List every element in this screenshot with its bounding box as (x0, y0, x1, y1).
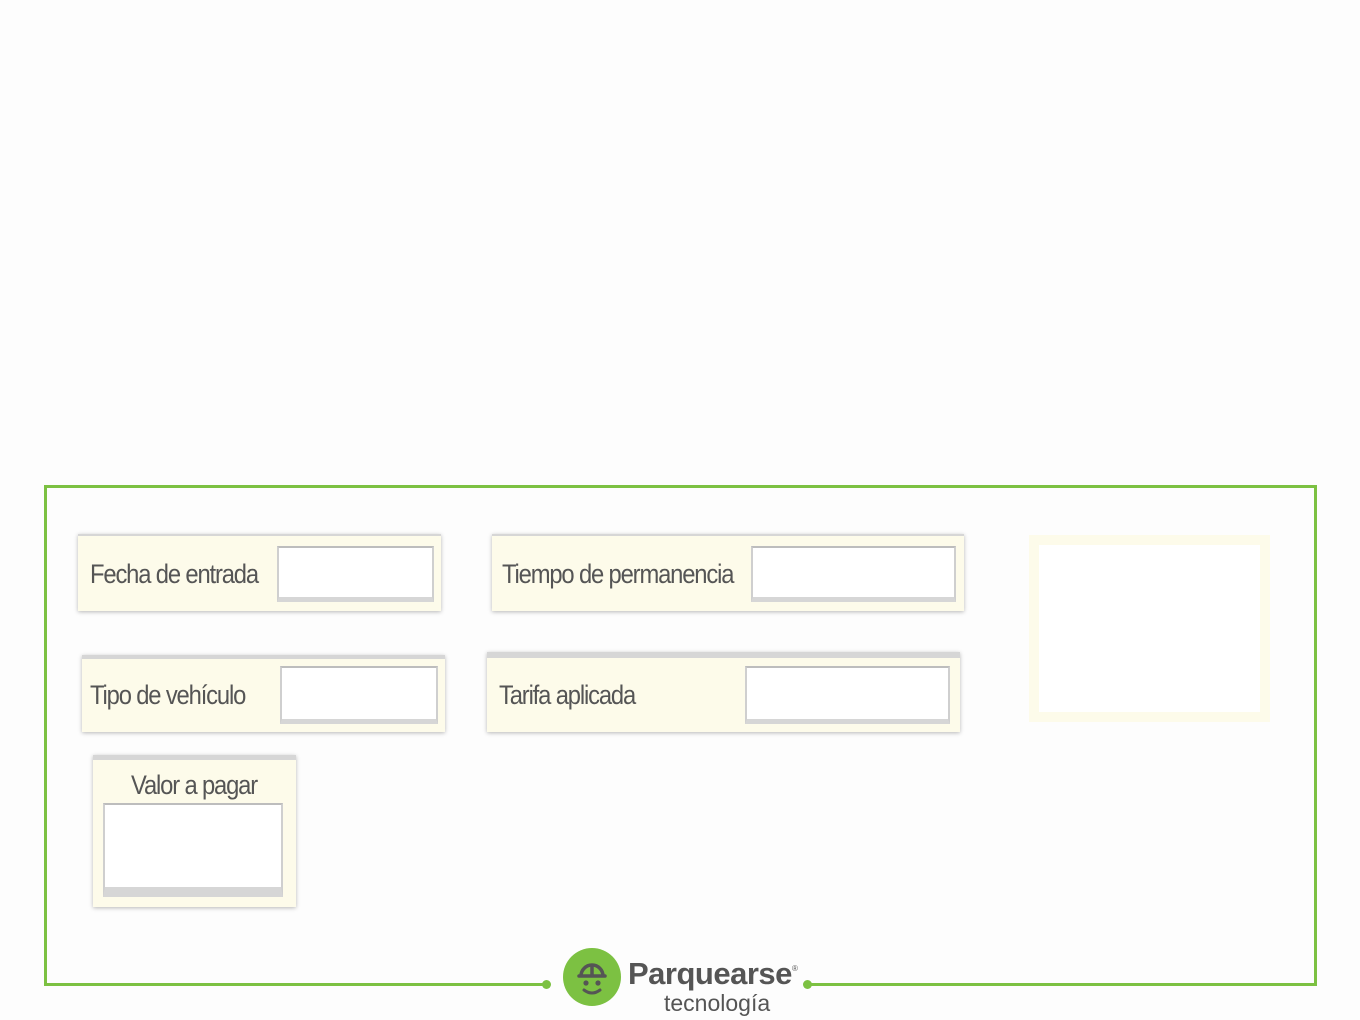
rate-panel: Tarifa aplicada (487, 652, 960, 732)
frame-right-border (1314, 485, 1317, 986)
entry-date-label: Fecha de entrada (90, 559, 259, 589)
vehicle-type-field[interactable] (280, 666, 438, 724)
frame-dot-right (803, 980, 812, 989)
rate-label: Tarifa aplicada (499, 680, 636, 710)
frame-left-border (44, 485, 47, 986)
vehicle-type-panel: Tipo de vehículo (82, 655, 445, 732)
brand-name: Parquearse (628, 956, 792, 991)
entry-date-panel: Fecha de entrada (78, 534, 441, 611)
registered-mark: ® (792, 964, 798, 973)
duration-panel: Tiempo de permanencia (492, 534, 964, 611)
frame-dot-left (542, 980, 551, 989)
parking-mascot-icon (563, 948, 621, 1006)
vehicle-type-label: Tipo de vehículo (90, 680, 246, 710)
duration-field[interactable] (751, 546, 956, 602)
amount-due-field[interactable] (103, 803, 283, 897)
entry-date-field[interactable] (277, 546, 434, 602)
brand-tagline: tecnología (664, 990, 771, 1016)
duration-label: Tiempo de permanencia (502, 559, 734, 589)
frame-bottom-right-border (808, 983, 1317, 986)
amount-due-panel: Valor a pagar (93, 755, 296, 907)
rate-field[interactable] (745, 666, 950, 724)
amount-due-label: Valor a pagar (131, 770, 258, 800)
vehicle-photo-box (1029, 535, 1270, 722)
frame-bottom-left-border (44, 983, 546, 986)
frame-top-border (44, 485, 1317, 488)
